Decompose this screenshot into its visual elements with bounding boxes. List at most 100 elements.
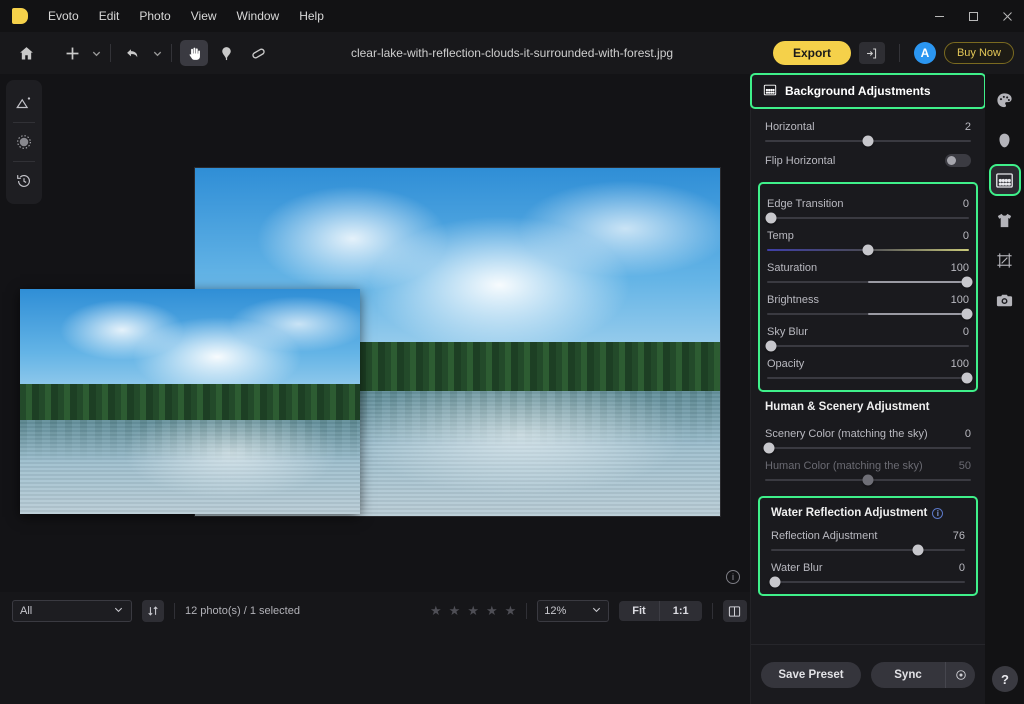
slider-scenery-color[interactable]: Scenery Color (matching the sky) 0 xyxy=(763,419,971,454)
help-button[interactable]: ? xyxy=(992,666,1018,692)
canvas-info-icon[interactable]: i xyxy=(726,570,740,584)
slider-brightness-knob[interactable] xyxy=(961,308,973,320)
add-dropdown-chevron-down-icon[interactable] xyxy=(88,41,104,65)
star-icon-2[interactable]: ★ xyxy=(449,603,461,619)
slider-brightness[interactable]: Brightness 100 xyxy=(767,285,973,320)
fit-button[interactable]: Fit xyxy=(619,601,658,621)
sidebar-item-light[interactable] xyxy=(9,125,39,159)
slider-scenery-color-knob[interactable] xyxy=(763,442,775,454)
panel-header-background-adjustments[interactable]: Background Adjustments xyxy=(750,73,986,109)
photo-canvas[interactable]: i xyxy=(0,74,750,592)
menu-item-help[interactable]: Help xyxy=(289,5,334,27)
tab-retouch[interactable] xyxy=(991,126,1019,154)
menu-item-edit[interactable]: Edit xyxy=(89,5,130,27)
info-icon[interactable]: i xyxy=(932,507,944,519)
slider-saturation-knob[interactable] xyxy=(961,276,973,288)
slider-sky-blur-track[interactable] xyxy=(765,340,969,352)
toggle-flip-horizontal-switch[interactable] xyxy=(945,154,971,167)
slider-saturation-fill xyxy=(868,281,967,283)
slider-water-blur-track[interactable] xyxy=(769,576,965,588)
star-icon-5[interactable]: ★ xyxy=(505,603,517,619)
group-title-human-scenery: Human & Scenery Adjustment xyxy=(751,393,985,415)
slider-edge-transition-track[interactable] xyxy=(765,212,969,224)
panel-group-water-reflection: Water Reflection Adjustment i Reflection… xyxy=(758,496,978,596)
tab-camera[interactable] xyxy=(991,286,1019,314)
slider-sky-blur-knob[interactable] xyxy=(765,340,777,352)
toggle-flip-horizontal[interactable]: Flip Horizontal xyxy=(765,144,971,175)
slider-temp-track[interactable] xyxy=(767,244,969,256)
bottom-bar: All 12 photo(s) / 1 selected ★ ★ ★ ★ ★ 1… xyxy=(0,592,750,704)
close-button[interactable] xyxy=(990,0,1024,32)
sidebar-item-landscape[interactable] xyxy=(9,86,39,120)
menu-item-view[interactable]: View xyxy=(181,5,227,27)
undo-dropdown-chevron-down-icon[interactable] xyxy=(149,41,165,65)
menu-item-window[interactable]: Window xyxy=(227,5,290,27)
slider-saturation-track[interactable] xyxy=(767,276,973,288)
main-toolbar: clear-lake-with-reflection-clouds-it-sur… xyxy=(0,32,1024,74)
compare-view-icon[interactable] xyxy=(722,600,747,622)
slider-opacity-knob[interactable] xyxy=(961,372,973,384)
slider-water-blur-knob[interactable] xyxy=(769,576,781,588)
slider-temp[interactable]: Temp 0 xyxy=(767,221,969,256)
left-tool-rail xyxy=(6,80,42,204)
slider-horizontal-knob[interactable] xyxy=(862,135,874,147)
slider-brightness-track[interactable] xyxy=(767,308,973,320)
export-to-icon[interactable] xyxy=(858,42,885,64)
filter-select[interactable]: All xyxy=(12,600,132,622)
slider-edge-transition-knob[interactable] xyxy=(765,212,777,224)
slider-horizontal[interactable]: Horizontal 2 xyxy=(765,112,971,147)
stamp-tool-icon[interactable] xyxy=(212,40,240,66)
add-icon[interactable] xyxy=(58,40,86,66)
minimize-button[interactable] xyxy=(922,0,956,32)
tab-clothing[interactable] xyxy=(991,206,1019,234)
healing-brush-icon[interactable] xyxy=(244,40,272,66)
slider-opacity-value: 100 xyxy=(950,358,969,370)
group-title-human-scenery-label: Human & Scenery Adjustment xyxy=(765,401,930,413)
sort-icon[interactable] xyxy=(142,600,164,622)
home-icon[interactable] xyxy=(12,40,40,66)
star-icon-1[interactable]: ★ xyxy=(430,603,442,619)
one-to-one-button[interactable]: 1:1 xyxy=(658,601,702,621)
slider-reflection-adjustment-track[interactable] xyxy=(771,544,965,556)
buy-now-button[interactable]: Buy Now xyxy=(943,42,1014,64)
tab-crop[interactable] xyxy=(991,246,1019,274)
slider-human-color-label: Human Color (matching the sky) xyxy=(765,460,923,472)
menu-item-evoto[interactable]: Evoto xyxy=(38,5,89,27)
toolbar-divider-3 xyxy=(898,44,900,62)
slider-reflection-adjustment-knob[interactable] xyxy=(912,544,924,556)
photo-preview-overlay[interactable] xyxy=(20,289,360,514)
zoom-select-value: 12% xyxy=(544,605,567,617)
slider-reflection-adjustment[interactable]: Reflection Adjustment 76 xyxy=(771,521,965,556)
avatar[interactable]: A xyxy=(913,42,936,64)
hand-tool-icon[interactable] xyxy=(180,40,208,66)
tab-background[interactable] xyxy=(988,164,1021,196)
slider-reflection-adjustment-label: Reflection Adjustment xyxy=(771,530,878,542)
undo-icon[interactable] xyxy=(119,40,147,66)
panel-scroll-area[interactable]: Horizontal 2 Flip Horizontal Edge Transi xyxy=(751,108,985,668)
slider-water-blur[interactable]: Water Blur 0 xyxy=(769,553,965,588)
menu-item-photo[interactable]: Photo xyxy=(129,5,180,27)
sync-settings-icon[interactable] xyxy=(945,661,975,688)
save-preset-button[interactable]: Save Preset xyxy=(761,661,861,688)
export-button[interactable]: Export xyxy=(772,41,851,65)
tab-color[interactable] xyxy=(991,86,1019,114)
slider-edge-transition[interactable]: Edge Transition 0 xyxy=(765,189,969,224)
bottom-divider-1 xyxy=(174,603,175,619)
slider-temp-value: 0 xyxy=(962,230,969,242)
star-icon-3[interactable]: ★ xyxy=(467,603,479,619)
sync-button[interactable]: Sync xyxy=(871,662,945,688)
slider-temp-knob[interactable] xyxy=(862,244,874,256)
slider-opacity[interactable]: Opacity 100 xyxy=(767,349,973,384)
slider-opacity-track[interactable] xyxy=(767,372,973,384)
maximize-button[interactable] xyxy=(956,0,990,32)
slider-sky-blur[interactable]: Sky Blur 0 xyxy=(765,317,969,352)
zoom-select[interactable]: 12% xyxy=(537,600,610,622)
sidebar-item-history[interactable] xyxy=(9,164,39,198)
slider-saturation[interactable]: Saturation 100 xyxy=(767,253,973,288)
slider-scenery-color-track[interactable] xyxy=(763,442,971,454)
star-icon-4[interactable]: ★ xyxy=(486,603,498,619)
background-icon xyxy=(763,83,777,100)
rating-stars[interactable]: ★ ★ ★ ★ ★ xyxy=(430,603,516,619)
evoto-app-window: Evoto Edit Photo View Window Help clear-… xyxy=(0,0,1024,704)
slider-horizontal-track[interactable] xyxy=(765,135,971,147)
